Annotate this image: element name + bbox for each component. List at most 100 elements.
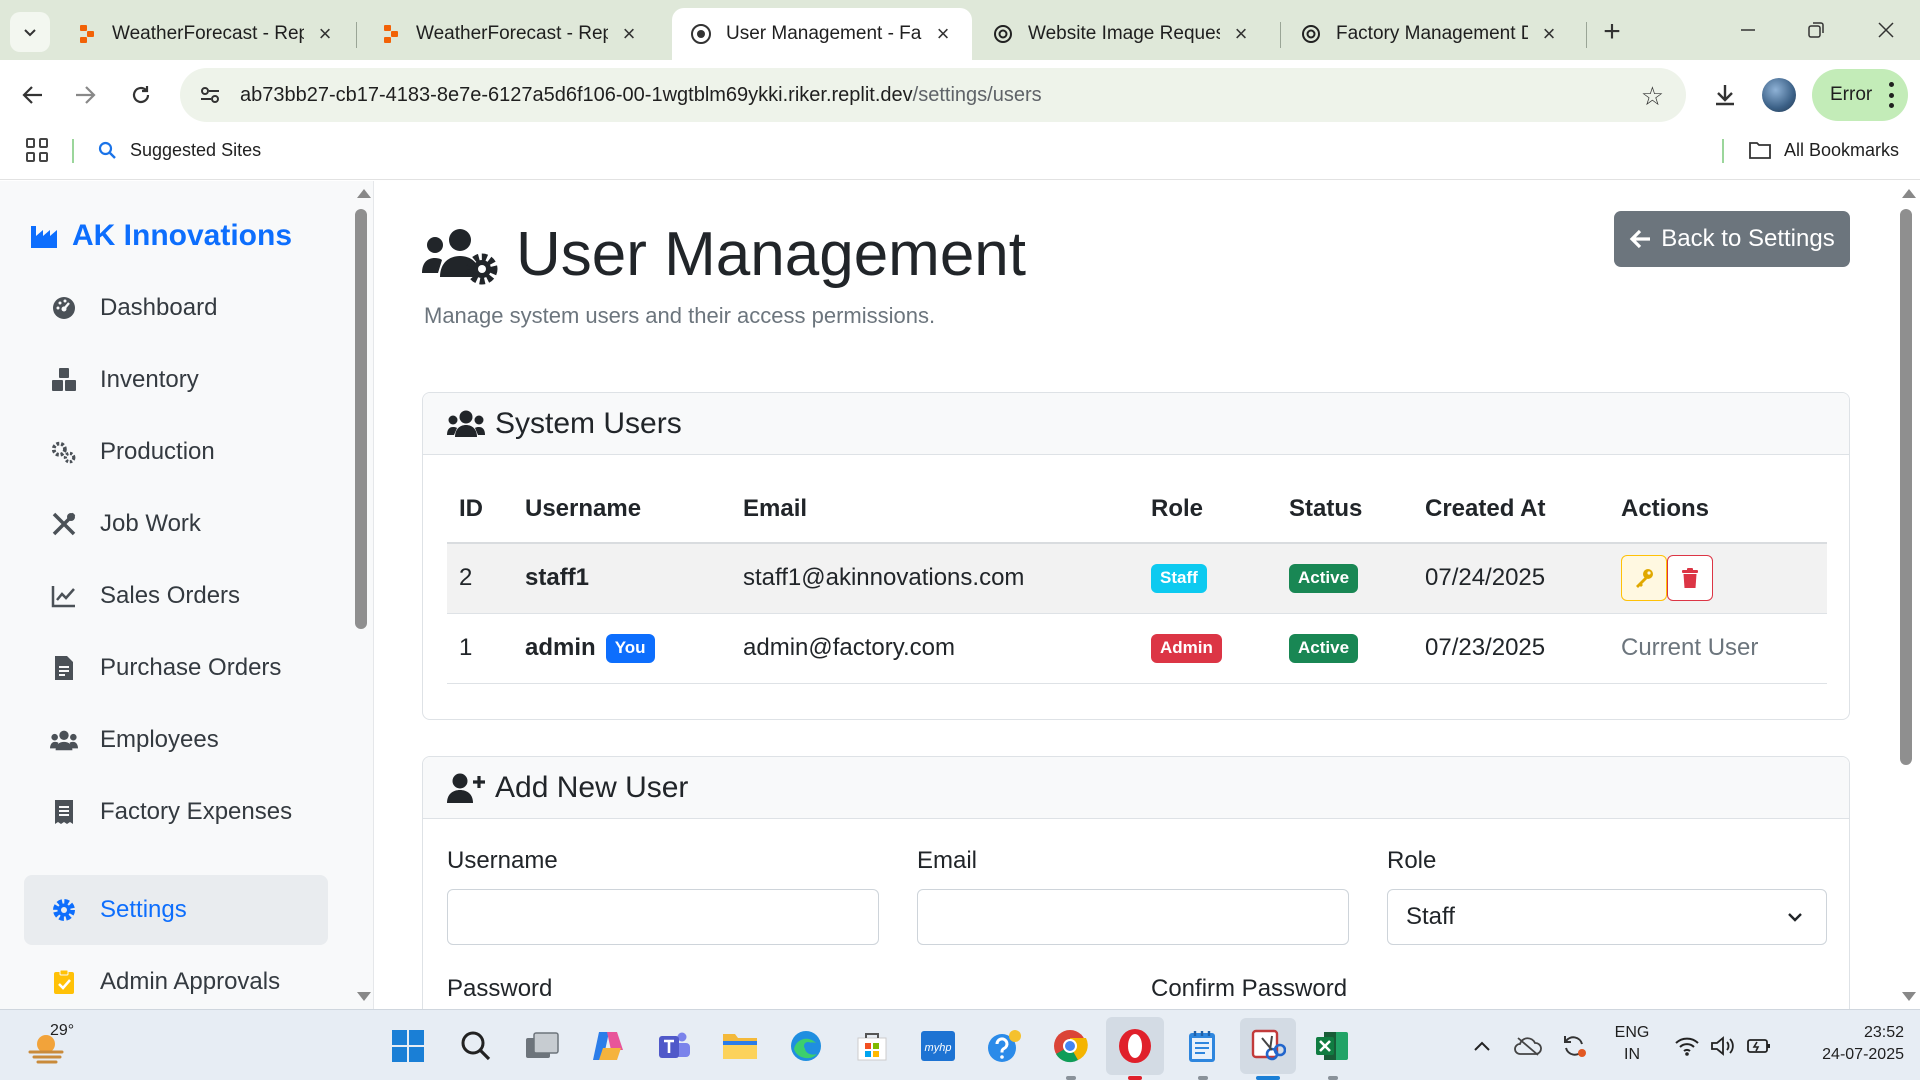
start-button[interactable] [386,1024,430,1068]
close-icon[interactable]: × [932,21,954,46]
sidebar-item-label: Settings [100,896,187,923]
tab-title: WeatherForecast - Replit [416,23,608,44]
battery-tray-icon[interactable] [1744,1032,1774,1060]
sidebar-scrollbar[interactable] [352,181,374,1009]
sidebar-item-inventory[interactable]: Inventory [24,345,328,415]
input-language-indicator[interactable]: ENG IN [1612,1022,1652,1066]
wifi-tray-icon[interactable] [1672,1032,1702,1060]
sidebar-item-admin-approvals[interactable]: Admin Approvals [24,947,328,1009]
profile-error-button[interactable]: Error [1812,69,1908,121]
email-input[interactable] [917,889,1349,945]
onedrive-tray-icon[interactable] [1512,1032,1544,1060]
address-bar[interactable]: ab73bb27-cb17-4183-8e7e-6127a5d6f106-00-… [180,68,1686,122]
clock-date: 24-07-2025 [1822,1046,1904,1063]
role-select-value: Staff [1406,903,1455,930]
close-icon[interactable]: × [1538,21,1560,46]
browser-tab-2[interactable]: WeatherForecast - Replit × [362,8,658,60]
sidebar-item-employees[interactable]: Employees [24,705,328,775]
tab-title: Website Image Request [1028,23,1220,44]
status-cell: Active [1277,613,1413,684]
back-nav-button[interactable] [14,76,52,114]
minimize-icon [1741,29,1755,31]
downloads-button[interactable] [1706,76,1744,114]
sync-icon [1564,1036,1586,1057]
task-view-button[interactable] [520,1024,564,1068]
sidebar-item-sales-orders[interactable]: Sales Orders [24,561,328,631]
file-explorer-taskbar-icon[interactable] [718,1024,762,1068]
username-input[interactable] [447,889,879,945]
reload-button[interactable] [122,76,160,114]
scroll-down-arrow[interactable] [1902,992,1916,1001]
browser-tab-5[interactable]: Factory Management Dat × [1282,8,1578,60]
role-badge: Staff [1151,564,1207,593]
brand-logo[interactable]: AK Innovations [30,219,292,253]
sidebar-item-dashboard[interactable]: Dashboard [24,273,328,343]
profile-avatar[interactable] [1762,78,1796,112]
apps-grid-icon[interactable] [26,138,50,162]
sidebar-item-settings[interactable]: Settings [24,875,328,945]
sidebar-item-production[interactable]: Production [24,417,328,487]
page-scrollbar[interactable] [1896,181,1920,1009]
taskbar-search-button[interactable] [454,1024,498,1068]
sidebar-item-label: Purchase Orders [100,654,282,681]
delete-user-button[interactable] [1667,555,1713,602]
username-label: Username [447,847,558,874]
site-settings-icon[interactable] [196,81,224,109]
store-icon [857,1033,887,1061]
tab-separator [1280,22,1281,48]
key-icon [1636,569,1653,589]
excel-taskbar-icon[interactable] [1310,1024,1354,1068]
sidebar-item-purchase-orders[interactable]: Purchase Orders [24,633,328,703]
volume-tray-icon[interactable] [1708,1032,1738,1060]
scrollbar-thumb[interactable] [1900,209,1912,765]
copilot-taskbar-icon[interactable] [586,1024,630,1068]
opera-icon [1119,1029,1151,1063]
chrome-taskbar-icon[interactable] [1048,1024,1092,1068]
user-email: admin@factory.com [731,613,1139,684]
restore-button[interactable] [1796,10,1836,50]
minimize-button[interactable] [1728,10,1768,50]
weather-temp: 29° [50,1022,75,1039]
tab-search-button[interactable] [10,12,50,52]
bookmark-suggested-sites[interactable]: Suggested Sites [98,136,261,164]
close-icon[interactable]: × [618,21,640,46]
kebab-menu-icon[interactable] [1888,82,1894,108]
myhp-taskbar-icon[interactable]: myhp [916,1024,960,1068]
scroll-up-arrow[interactable] [357,189,371,198]
sidebar-item-label: Admin Approvals [100,968,281,995]
scrollbar-thumb[interactable] [355,209,367,629]
sidebar-item-job-work[interactable]: Job Work [24,489,328,559]
new-tab-button[interactable]: + [1596,15,1628,48]
scroll-down-arrow[interactable] [357,992,371,1001]
close-icon[interactable]: × [1230,21,1252,46]
opera-taskbar-icon[interactable] [1106,1017,1164,1075]
users-icon [447,409,485,439]
reset-password-button[interactable] [1621,555,1667,602]
chevron-down-icon [24,29,36,37]
ms-store-taskbar-icon[interactable] [850,1024,894,1068]
browser-tab-4[interactable]: Website Image Request × [974,8,1270,60]
close-window-button[interactable] [1866,10,1906,50]
boxes-icon [50,366,78,394]
browser-tab-3-active[interactable]: User Management - Fact × [672,8,972,60]
teams-icon [659,1032,690,1058]
notepad-taskbar-icon[interactable] [1180,1024,1224,1068]
forward-nav-button[interactable] [66,76,104,114]
back-to-settings-button[interactable]: Back to Settings [1614,211,1850,267]
edge-taskbar-icon[interactable] [784,1024,828,1068]
taskbar-clock[interactable]: 23:52 24-07-2025 [1796,1022,1904,1066]
sidebar: AK Innovations Dashboard Inventory Produ… [0,181,374,1009]
show-hidden-icons-button[interactable] [1468,1032,1496,1060]
sidebar-item-factory-expenses[interactable]: Factory Expenses [24,777,328,847]
sync-tray-icon[interactable] [1558,1032,1590,1060]
role-select[interactable]: Staff [1387,889,1827,945]
snipping-tool-taskbar-icon[interactable] [1240,1018,1296,1074]
scroll-up-arrow[interactable] [1902,189,1916,198]
all-bookmarks-button[interactable]: All Bookmarks [1748,136,1899,164]
close-icon[interactable]: × [314,21,336,46]
teams-taskbar-icon[interactable] [652,1024,696,1068]
bookmarks-bar [0,130,1920,180]
bookmark-star-icon[interactable]: ☆ [1641,81,1664,112]
get-help-taskbar-icon[interactable] [982,1024,1026,1068]
browser-tab-1[interactable]: WeatherForecast - Replit × [58,8,354,60]
